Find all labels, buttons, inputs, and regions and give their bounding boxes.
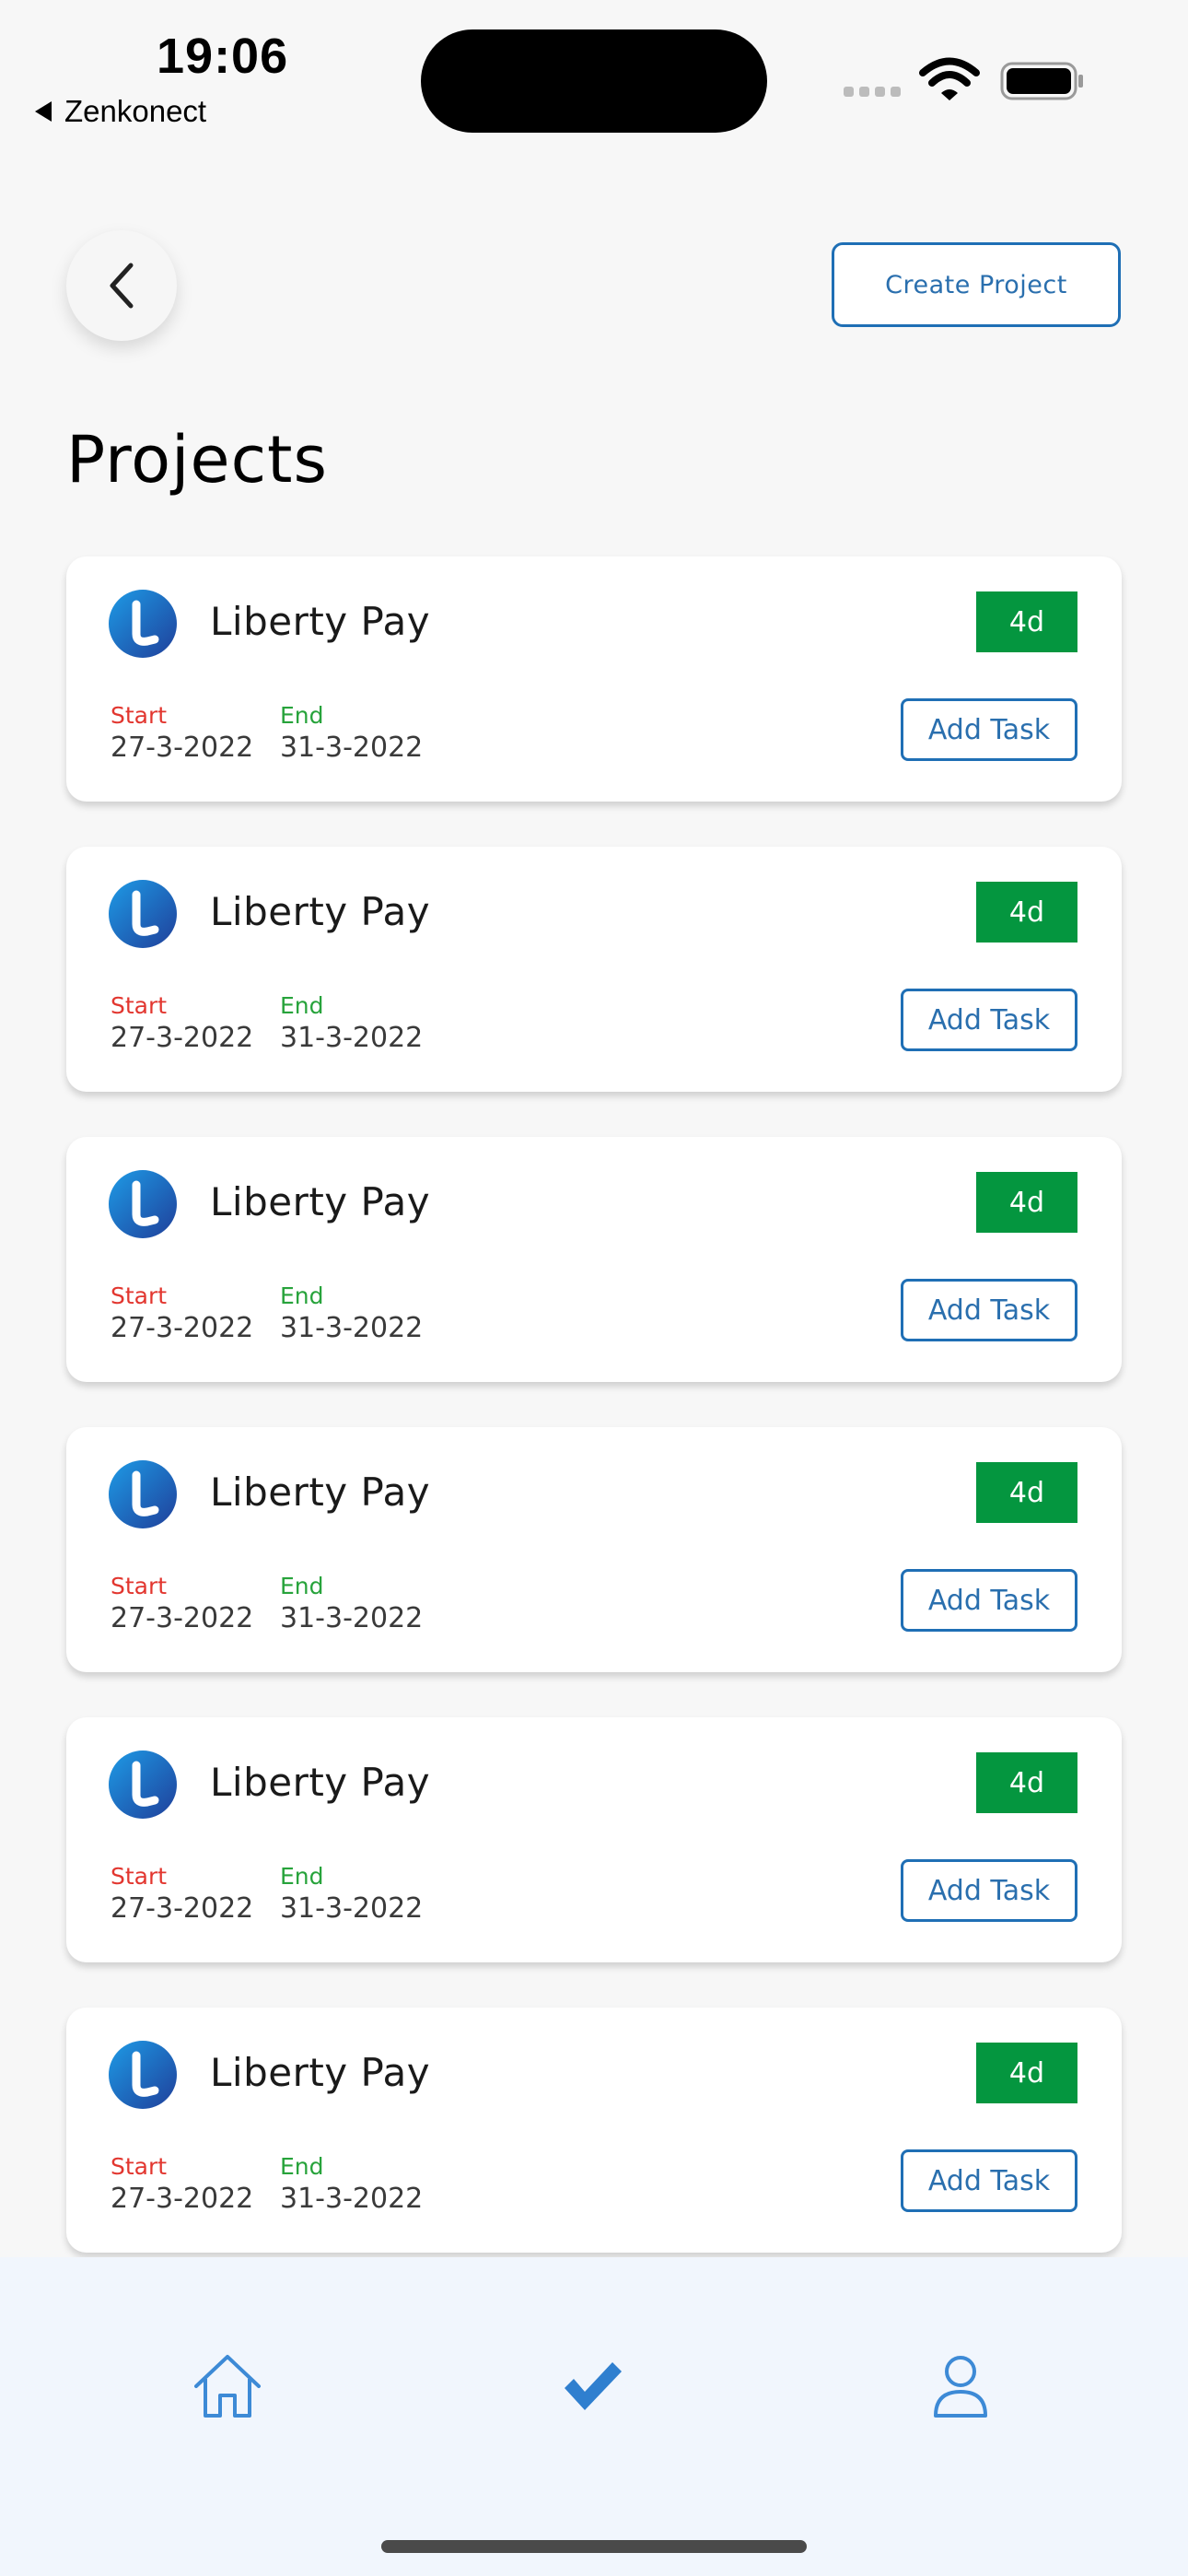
start-date: 27-3-2022 xyxy=(111,732,254,764)
profile-icon xyxy=(934,2356,987,2418)
nav-tasks[interactable] xyxy=(547,2340,639,2432)
project-name: Liberty Pay xyxy=(210,2050,431,2095)
home-icon xyxy=(194,2355,261,2418)
end-label: End xyxy=(280,1573,324,1599)
start-label: Start xyxy=(111,2153,168,2180)
start-label: Start xyxy=(111,702,168,729)
start-date: 27-3-2022 xyxy=(111,1022,254,1054)
start-date: 27-3-2022 xyxy=(111,2183,254,2215)
end-date: 31-3-2022 xyxy=(280,1312,424,1344)
project-card[interactable]: Liberty Pay 4d Start End 27-3-2022 31-3-… xyxy=(66,1717,1122,1962)
end-label: End xyxy=(280,992,324,1019)
project-name: Liberty Pay xyxy=(210,889,431,934)
home-indicator[interactable] xyxy=(381,2540,807,2553)
add-task-button[interactable]: Add Task xyxy=(901,698,1077,761)
duration-badge: 4d xyxy=(976,1462,1077,1523)
project-name: Liberty Pay xyxy=(210,1760,431,1805)
duration-badge: 4d xyxy=(976,1172,1077,1233)
end-date: 31-3-2022 xyxy=(280,2183,424,2215)
duration-badge: 4d xyxy=(976,591,1077,652)
add-task-button[interactable]: Add Task xyxy=(901,1859,1077,1922)
start-label: Start xyxy=(111,1573,168,1599)
project-card[interactable]: Liberty Pay 4d Start End 27-3-2022 31-3-… xyxy=(66,1137,1122,1382)
nav-home[interactable] xyxy=(181,2340,274,2432)
duration-badge: 4d xyxy=(976,1752,1077,1813)
add-task-button[interactable]: Add Task xyxy=(901,1279,1077,1341)
nav-profile[interactable] xyxy=(914,2340,1007,2432)
end-label: End xyxy=(280,1863,324,1890)
create-project-button[interactable]: Create Project xyxy=(832,242,1121,327)
add-task-button[interactable]: Add Task xyxy=(901,2149,1077,2212)
project-card[interactable]: Liberty Pay 4d Start End 27-3-2022 31-3-… xyxy=(66,847,1122,1092)
project-list: Liberty Pay 4d Start End 27-3-2022 31-3-… xyxy=(66,556,1122,2298)
project-name: Liberty Pay xyxy=(210,1469,431,1515)
liberty-pay-logo-icon xyxy=(109,1751,177,1819)
status-bar: 19:06 Zenkonect xyxy=(0,0,1188,138)
project-name: Liberty Pay xyxy=(210,1179,431,1224)
add-task-button[interactable]: Add Task xyxy=(901,1569,1077,1632)
bottom-navigation xyxy=(0,2257,1188,2576)
start-date: 27-3-2022 xyxy=(111,1602,254,1634)
liberty-pay-logo-icon xyxy=(109,2041,177,2109)
back-button[interactable] xyxy=(66,230,177,341)
end-date: 31-3-2022 xyxy=(280,1602,424,1634)
start-label: Start xyxy=(111,992,168,1019)
start-date: 27-3-2022 xyxy=(111,1892,254,1925)
start-date: 27-3-2022 xyxy=(111,1312,254,1344)
project-card[interactable]: Liberty Pay 4d Start End 27-3-2022 31-3-… xyxy=(66,2008,1122,2253)
end-label: End xyxy=(280,1282,324,1309)
liberty-pay-logo-icon xyxy=(109,880,177,948)
liberty-pay-logo-icon xyxy=(109,590,177,658)
start-label: Start xyxy=(111,1282,168,1309)
liberty-pay-logo-icon xyxy=(109,1460,177,1528)
checkmark-icon xyxy=(565,2362,622,2410)
project-name: Liberty Pay xyxy=(210,599,431,644)
end-label: End xyxy=(280,2153,324,2180)
project-card[interactable]: Liberty Pay 4d Start End 27-3-2022 31-3-… xyxy=(66,556,1122,802)
start-label: Start xyxy=(111,1863,168,1890)
end-date: 31-3-2022 xyxy=(280,732,424,764)
back-to-app-link[interactable]: Zenkonect xyxy=(35,94,206,129)
end-label: End xyxy=(280,702,324,729)
wifi-icon xyxy=(919,57,980,100)
back-triangle-icon xyxy=(35,101,52,122)
chevron-left-icon xyxy=(110,263,134,309)
end-date: 31-3-2022 xyxy=(280,1022,424,1054)
back-app-label: Zenkonect xyxy=(64,94,207,128)
cellular-signal-icon xyxy=(844,87,901,97)
project-card[interactable]: Liberty Pay 4d Start End 27-3-2022 31-3-… xyxy=(66,1427,1122,1672)
page-title: Projects xyxy=(66,422,328,498)
duration-badge: 4d xyxy=(976,882,1077,943)
add-task-button[interactable]: Add Task xyxy=(901,989,1077,1051)
liberty-pay-logo-icon xyxy=(109,1170,177,1238)
status-time: 19:06 xyxy=(157,29,289,84)
dynamic-island xyxy=(421,29,767,133)
end-date: 31-3-2022 xyxy=(280,1892,424,1925)
duration-badge: 4d xyxy=(976,2043,1077,2103)
battery-icon xyxy=(1000,62,1083,100)
